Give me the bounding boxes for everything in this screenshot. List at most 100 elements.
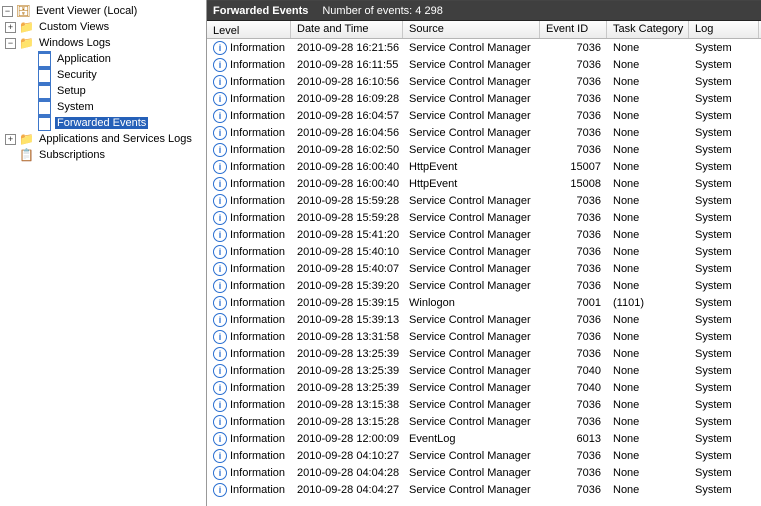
tree-node-applications-and-services-logs[interactable]: +📁Applications and Services Logs xyxy=(2,131,206,147)
col-header-task[interactable]: Task Category xyxy=(607,21,689,38)
cell-task: None xyxy=(607,263,689,275)
event-row[interactable]: iInformation2010-09-28 12:00:09EventLog6… xyxy=(207,430,761,447)
cell-log: System xyxy=(689,314,759,326)
sub-icon: 📋 xyxy=(19,148,34,162)
event-row[interactable]: iInformation2010-09-28 04:10:27Service C… xyxy=(207,447,761,464)
cell-date: 2010-09-28 13:25:39 xyxy=(291,348,403,360)
cell-eventid: 7036 xyxy=(540,110,607,122)
information-icon: i xyxy=(213,143,227,157)
event-row[interactable]: iInformation2010-09-28 16:02:50Service C… xyxy=(207,141,761,158)
event-row[interactable]: iInformation2010-09-28 16:09:28Service C… xyxy=(207,90,761,107)
tree-root[interactable]: − 🗄 Event Viewer (Local) xyxy=(2,3,206,19)
event-row[interactable]: iInformation2010-09-28 13:15:28Service C… xyxy=(207,413,761,430)
header-title: Forwarded Events xyxy=(213,5,308,17)
event-row[interactable]: iInformation2010-09-28 16:21:56Service C… xyxy=(207,39,761,56)
cell-source: Service Control Manager xyxy=(403,365,540,377)
level-text: Information xyxy=(230,382,285,394)
tree-node-subscriptions[interactable]: 📋Subscriptions xyxy=(2,147,206,163)
tree-node-setup[interactable]: Setup xyxy=(2,83,206,99)
information-icon: i xyxy=(213,58,227,72)
cell-level: iInformation xyxy=(207,466,291,480)
event-row[interactable]: iInformation2010-09-28 15:41:20Service C… xyxy=(207,226,761,243)
cell-level: iInformation xyxy=(207,177,291,191)
event-row[interactable]: iInformation2010-09-28 13:31:58Service C… xyxy=(207,328,761,345)
event-row[interactable]: iInformation2010-09-28 04:04:27Service C… xyxy=(207,481,761,498)
expand-icon[interactable]: + xyxy=(5,134,16,145)
tree-node-security[interactable]: Security xyxy=(2,67,206,83)
cell-source: Service Control Manager xyxy=(403,467,540,479)
cell-eventid: 7040 xyxy=(540,365,607,377)
grid-header-row: Level Date and Time Source Event ID Task… xyxy=(207,21,761,39)
cell-level: iInformation xyxy=(207,41,291,55)
event-row[interactable]: iInformation2010-09-28 16:04:57Service C… xyxy=(207,107,761,124)
tree-label: Security xyxy=(55,69,99,81)
event-row[interactable]: iInformation2010-09-28 16:10:56Service C… xyxy=(207,73,761,90)
event-row[interactable]: iInformation2010-09-28 15:40:07Service C… xyxy=(207,260,761,277)
cell-level: iInformation xyxy=(207,398,291,412)
event-row[interactable]: iInformation2010-09-28 16:11:55Service C… xyxy=(207,56,761,73)
tree-node-system[interactable]: System xyxy=(2,99,206,115)
cell-task: None xyxy=(607,76,689,88)
col-header-level[interactable]: Level xyxy=(207,21,291,38)
grid-body[interactable]: iInformation2010-09-28 16:21:56Service C… xyxy=(207,39,761,506)
level-text: Information xyxy=(230,263,285,275)
cell-source: Service Control Manager xyxy=(403,144,540,156)
collapse-icon[interactable]: − xyxy=(5,38,16,49)
event-row[interactable]: iInformation2010-09-28 16:04:56Service C… xyxy=(207,124,761,141)
cell-eventid: 7036 xyxy=(540,484,607,496)
cell-log: System xyxy=(689,246,759,258)
tree-node-custom-views[interactable]: +📁Custom Views xyxy=(2,19,206,35)
event-row[interactable]: iInformation2010-09-28 15:39:15Winlogon7… xyxy=(207,294,761,311)
cell-task: None xyxy=(607,178,689,190)
cell-task: None xyxy=(607,280,689,292)
collapse-icon[interactable]: − xyxy=(2,6,13,17)
cell-date: 2010-09-28 04:04:27 xyxy=(291,484,403,496)
event-row[interactable]: iInformation2010-09-28 15:39:13Service C… xyxy=(207,311,761,328)
level-text: Information xyxy=(230,76,285,88)
cell-level: iInformation xyxy=(207,262,291,276)
tree-node-forwarded-events[interactable]: Forwarded Events xyxy=(2,115,206,131)
col-header-eventid[interactable]: Event ID xyxy=(540,21,607,38)
level-text: Information xyxy=(230,110,285,122)
event-row[interactable]: iInformation2010-09-28 13:25:39Service C… xyxy=(207,345,761,362)
event-row[interactable]: iInformation2010-09-28 13:25:39Service C… xyxy=(207,362,761,379)
col-header-date[interactable]: Date and Time xyxy=(291,21,403,38)
event-row[interactable]: iInformation2010-09-28 13:25:39Service C… xyxy=(207,379,761,396)
event-row[interactable]: iInformation2010-09-28 13:15:38Service C… xyxy=(207,396,761,413)
cell-task: (1101) xyxy=(607,297,689,309)
col-header-source[interactable]: Source xyxy=(403,21,540,38)
cell-log: System xyxy=(689,144,759,156)
cell-task: None xyxy=(607,144,689,156)
cell-task: None xyxy=(607,110,689,122)
cell-level: iInformation xyxy=(207,432,291,446)
expand-placeholder xyxy=(23,118,34,129)
tree-node-application[interactable]: Application xyxy=(2,51,206,67)
event-row[interactable]: iInformation2010-09-28 15:40:10Service C… xyxy=(207,243,761,260)
event-row[interactable]: iInformation2010-09-28 15:59:28Service C… xyxy=(207,209,761,226)
event-row[interactable]: iInformation2010-09-28 04:04:28Service C… xyxy=(207,464,761,481)
header-count: Number of events: 4 298 xyxy=(322,5,442,17)
cell-date: 2010-09-28 12:00:09 xyxy=(291,433,403,445)
cell-eventid: 7036 xyxy=(540,314,607,326)
cell-date: 2010-09-28 16:09:28 xyxy=(291,93,403,105)
col-header-log[interactable]: Log xyxy=(689,21,759,38)
cell-date: 2010-09-28 15:39:20 xyxy=(291,280,403,292)
information-icon: i xyxy=(213,177,227,191)
event-row[interactable]: iInformation2010-09-28 16:00:40HttpEvent… xyxy=(207,175,761,192)
cell-task: None xyxy=(607,433,689,445)
cell-source: Service Control Manager xyxy=(403,382,540,394)
cell-log: System xyxy=(689,229,759,241)
information-icon: i xyxy=(213,466,227,480)
event-row[interactable]: iInformation2010-09-28 15:39:20Service C… xyxy=(207,277,761,294)
cell-date: 2010-09-28 15:41:20 xyxy=(291,229,403,241)
event-row[interactable]: iInformation2010-09-28 16:00:40HttpEvent… xyxy=(207,158,761,175)
expand-icon[interactable]: + xyxy=(5,22,16,33)
cell-source: Service Control Manager xyxy=(403,331,540,343)
cell-source: Service Control Manager xyxy=(403,263,540,275)
event-row[interactable]: iInformation2010-09-28 15:59:28Service C… xyxy=(207,192,761,209)
tree-node-windows-logs[interactable]: −📁Windows Logs xyxy=(2,35,206,51)
cell-log: System xyxy=(689,93,759,105)
information-icon: i xyxy=(213,415,227,429)
cell-task: None xyxy=(607,467,689,479)
cell-level: iInformation xyxy=(207,75,291,89)
